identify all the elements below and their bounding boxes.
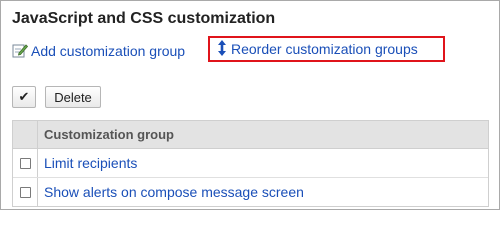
row-checkbox[interactable] xyxy=(19,186,31,198)
header-checkbox-cell xyxy=(13,121,38,148)
customization-group-link[interactable]: Limit recipients xyxy=(38,149,488,177)
row-checkbox-cell xyxy=(13,178,38,206)
content-frame: JavaScript and CSS customization Add cus… xyxy=(0,0,500,210)
reorder-customization-groups-link[interactable]: Reorder customization groups xyxy=(208,36,445,62)
vertical-arrows-icon xyxy=(216,39,228,60)
edit-pencil-icon xyxy=(12,42,29,61)
page-title: JavaScript and CSS customization xyxy=(12,10,276,27)
customization-group-table: Customization group Limit recipients Sho… xyxy=(12,120,489,207)
customization-group-link[interactable]: Show alerts on compose message screen xyxy=(38,178,488,206)
add-customization-group-label: Add customization group xyxy=(31,43,186,59)
table-row: Limit recipients xyxy=(13,149,488,178)
delete-button[interactable]: Delete xyxy=(45,86,101,108)
table-header: Customization group xyxy=(13,121,488,149)
row-checkbox[interactable] xyxy=(19,157,31,169)
table-row: Show alerts on compose message screen xyxy=(13,178,488,206)
column-header-customization-group: Customization group xyxy=(44,127,174,142)
checkmark-icon: ✔ xyxy=(18,89,30,104)
reorder-customization-groups-label: Reorder customization groups xyxy=(231,41,418,57)
add-customization-group-link[interactable]: Add customization group xyxy=(12,39,185,63)
select-all-button[interactable]: ✔ xyxy=(12,86,36,108)
row-checkbox-cell xyxy=(13,149,38,177)
